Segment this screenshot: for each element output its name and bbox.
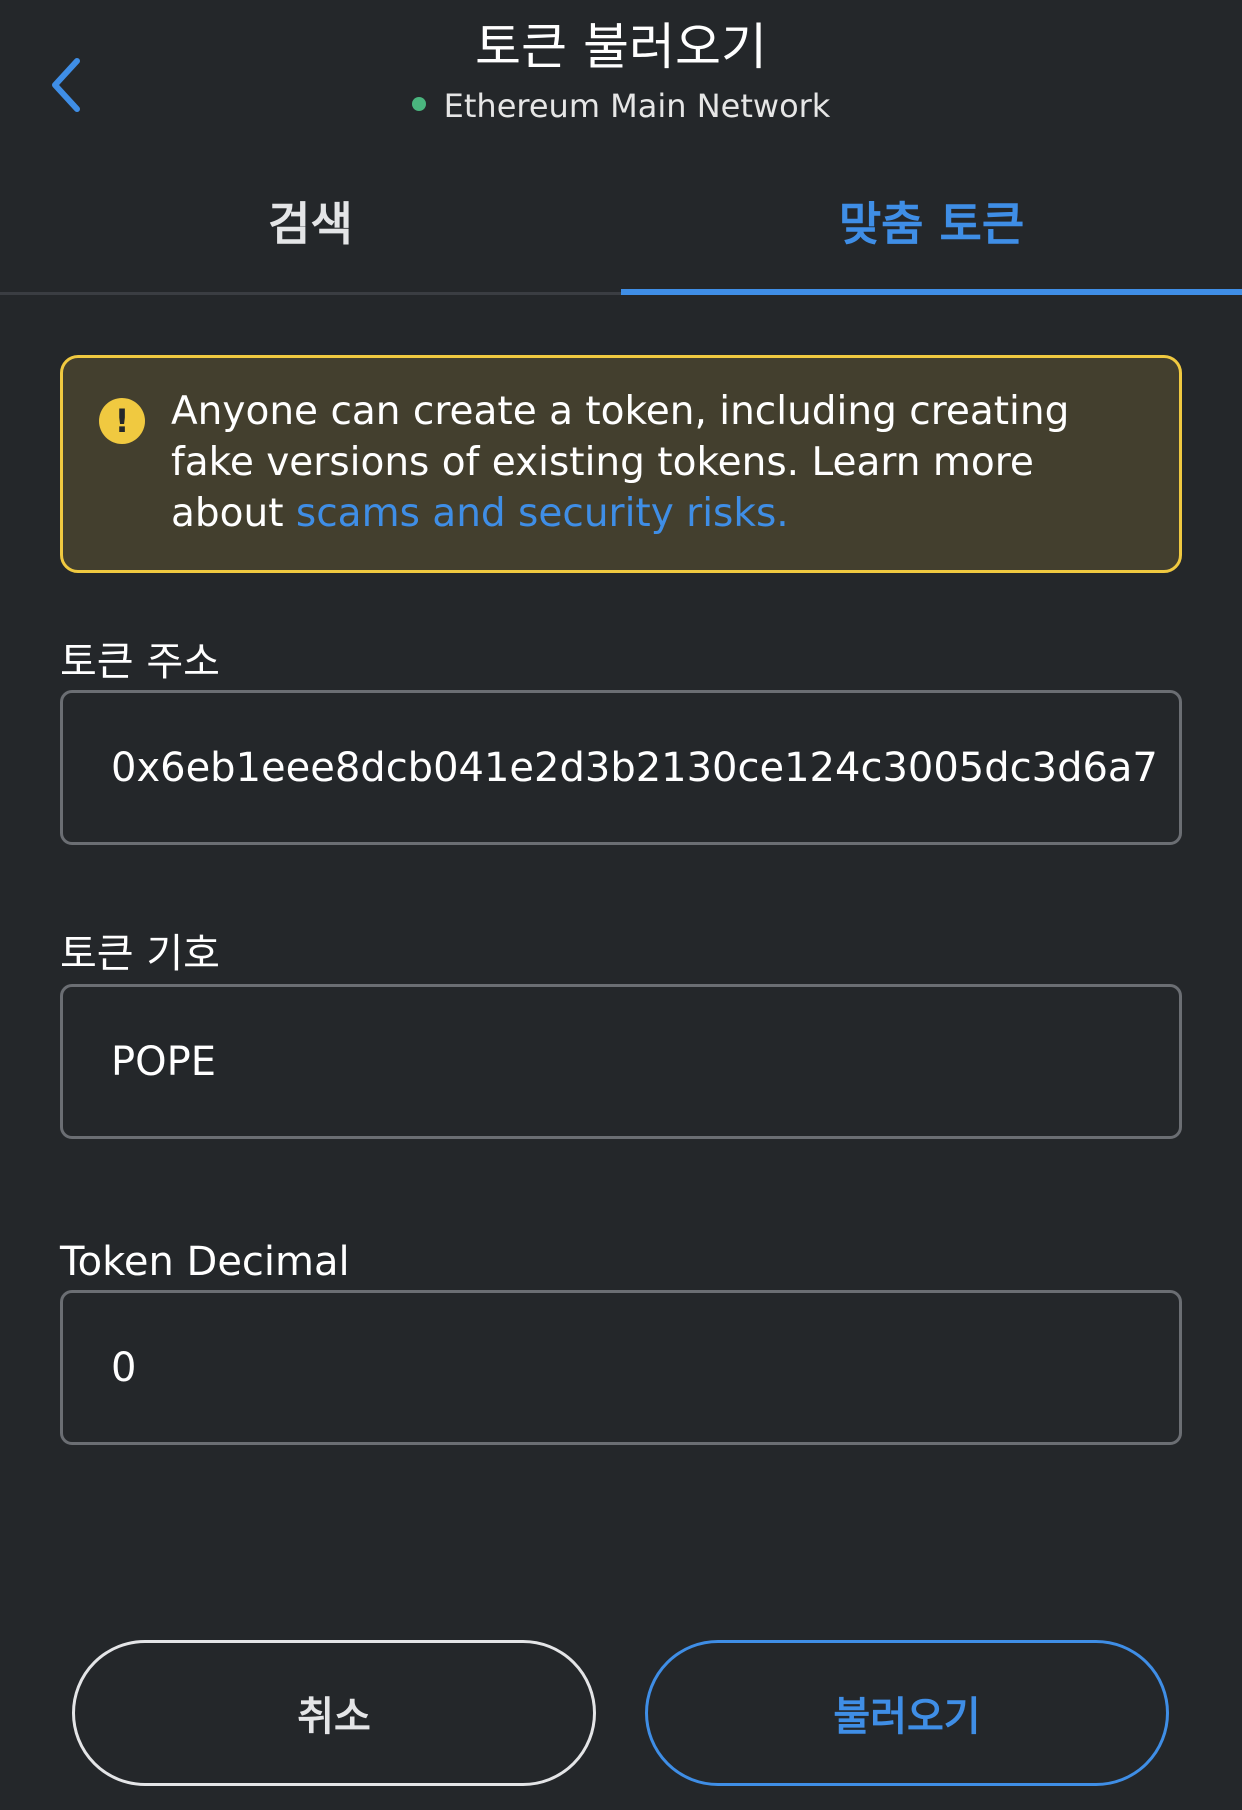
network-status-dot xyxy=(411,97,426,111)
exclamation-icon: ! xyxy=(99,398,145,444)
scam-warning-banner: ! Anyone can create a token, including c… xyxy=(60,355,1182,573)
import-button[interactable]: 불러오기 xyxy=(645,1640,1169,1786)
tab-bar: 검색 맞춤 토큰 xyxy=(0,160,1242,295)
cancel-button[interactable]: 취소 xyxy=(72,1640,596,1786)
page-title: 토큰 불러오기 xyxy=(475,18,767,76)
active-tab-indicator xyxy=(621,289,1242,295)
token-address-input[interactable]: 0x6eb1eee8dcb041e2d3b2130ce124c3005dc3d6… xyxy=(60,690,1182,845)
tab-search[interactable]: 검색 xyxy=(0,160,621,292)
scams-security-risks-link[interactable]: scams and security risks. xyxy=(296,491,789,536)
token-decimal-label: Token Decimal xyxy=(60,1239,350,1285)
token-decimal-input[interactable]: 0 xyxy=(60,1290,1182,1445)
network-name: Ethereum Main Network xyxy=(443,87,831,125)
token-symbol-label: 토큰 기호 xyxy=(60,931,220,977)
token-address-label: 토큰 주소 xyxy=(60,639,220,685)
token-decimal-value: 0 xyxy=(111,1344,137,1391)
warning-message: Anyone can create a token, including cre… xyxy=(171,386,1151,539)
network-indicator: Ethereum Main Network xyxy=(0,84,1242,128)
token-symbol-input[interactable]: POPE xyxy=(60,984,1182,1139)
header: 토큰 불러오기 Ethereum Main Network xyxy=(0,0,1242,150)
token-symbol-value: POPE xyxy=(111,1038,216,1085)
tab-custom-token[interactable]: 맞춤 토큰 xyxy=(621,160,1242,292)
token-address-value: 0x6eb1eee8dcb041e2d3b2130ce124c3005dc3d6… xyxy=(111,744,1158,791)
